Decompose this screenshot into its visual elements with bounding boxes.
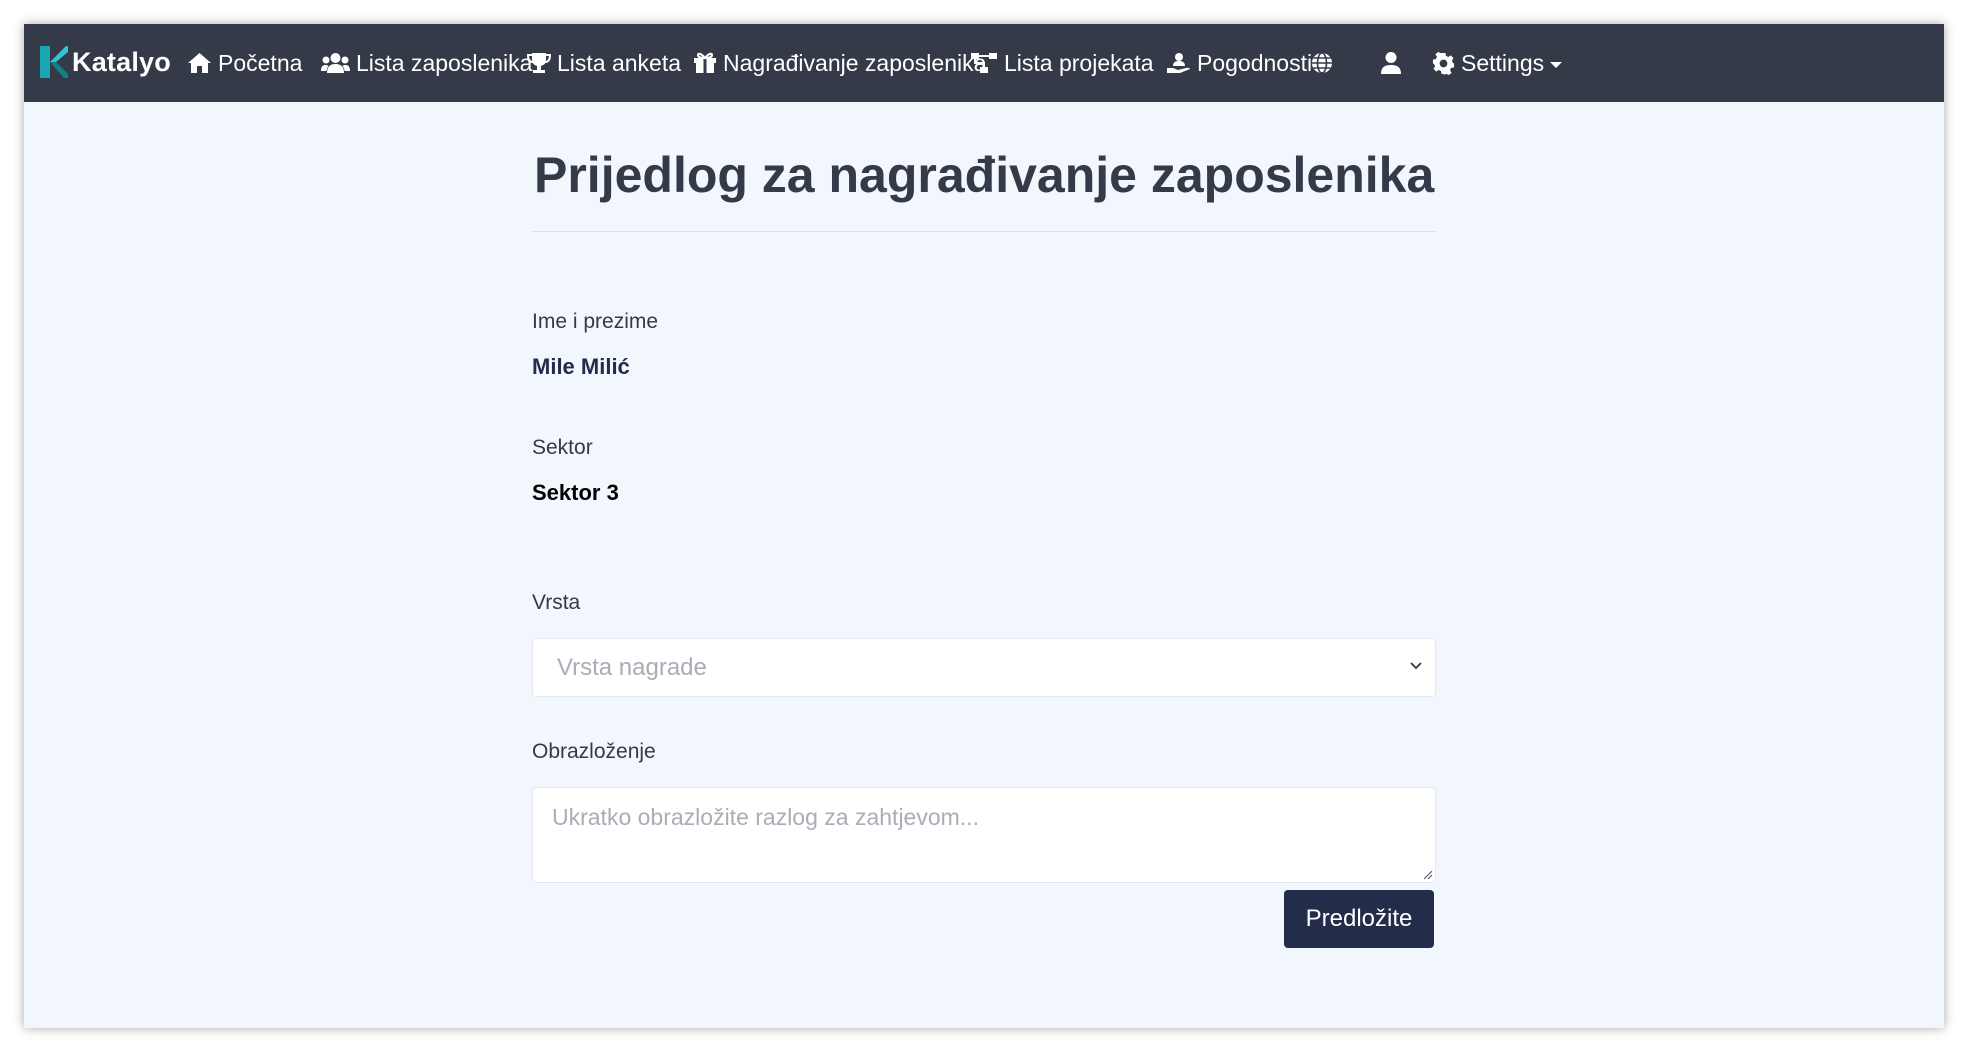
nav-item-home[interactable]: Početna (187, 24, 302, 102)
brand[interactable]: Katalyo (38, 44, 171, 80)
reward-type-label: Vrsta (532, 591, 581, 614)
sitemap-icon (971, 53, 997, 73)
gear-icon (1432, 51, 1455, 75)
nav-item-projects[interactable]: Lista projekata (970, 24, 1154, 102)
title-divider (532, 231, 1436, 232)
nav-item-surveys-label: Lista anketa (557, 49, 682, 76)
reason-placeholder: Ukratko obrazložite razlog za zahtjevom.… (552, 804, 979, 830)
reward-type-placeholder: Vrsta nagrade (557, 653, 707, 681)
name-label: Ime i prezime (532, 310, 659, 333)
nav-item-home-label: Početna (218, 49, 303, 76)
brand-name: Katalyo (72, 46, 171, 77)
sector-label: Sektor (532, 436, 593, 459)
sector-value: Sektor 3 (532, 480, 619, 505)
user-icon (1381, 52, 1401, 74)
nav-item-projects-label: Lista projekata (1004, 49, 1154, 76)
reward-type-select[interactable]: Vrsta nagrade (532, 638, 1436, 697)
name-value: Mile Milić (532, 354, 630, 379)
nav-item-employees[interactable]: Lista zaposlenika (321, 24, 532, 102)
settings-label: Settings (1461, 49, 1545, 76)
nav-item-benefits[interactable]: Pogodnosti (1166, 24, 1312, 102)
globe-icon (1312, 52, 1332, 74)
katalyo-logo-icon (40, 46, 68, 78)
trophy-icon (527, 53, 551, 73)
reason-label: Obrazloženje (532, 740, 656, 763)
resize-handle-icon[interactable] (1423, 870, 1433, 880)
app-window: Katalyo Početna Lista zaposlenika Lista … (24, 24, 1944, 1028)
nav-item-rewards[interactable]: Nagrađivanje zaposlenika (693, 24, 986, 102)
home-icon (188, 53, 211, 73)
language-button[interactable] (1310, 24, 1334, 102)
submit-button[interactable]: Predložite (1284, 890, 1434, 948)
user-profile-button[interactable] (1380, 24, 1402, 102)
page-title: Prijedlog za nagrađivanje zaposlenika (534, 147, 1435, 203)
hand-holding-user-icon (1167, 53, 1190, 73)
chevron-down-icon (1410, 662, 1422, 670)
caret-down-icon (1550, 61, 1563, 68)
users-icon (321, 53, 350, 73)
nav-item-surveys[interactable]: Lista anketa (527, 24, 681, 102)
settings-dropdown[interactable]: Settings (1432, 24, 1563, 102)
nav-item-employees-label: Lista zaposlenika (356, 49, 533, 76)
nav-item-benefits-label: Pogodnosti (1197, 49, 1313, 76)
top-navbar: Katalyo Početna Lista zaposlenika Lista … (24, 24, 1944, 102)
gift-icon (694, 52, 716, 73)
nav-item-rewards-label: Nagrađivanje zaposlenika (723, 49, 987, 76)
reason-textarea[interactable]: Ukratko obrazložite razlog za zahtjevom.… (532, 787, 1436, 883)
